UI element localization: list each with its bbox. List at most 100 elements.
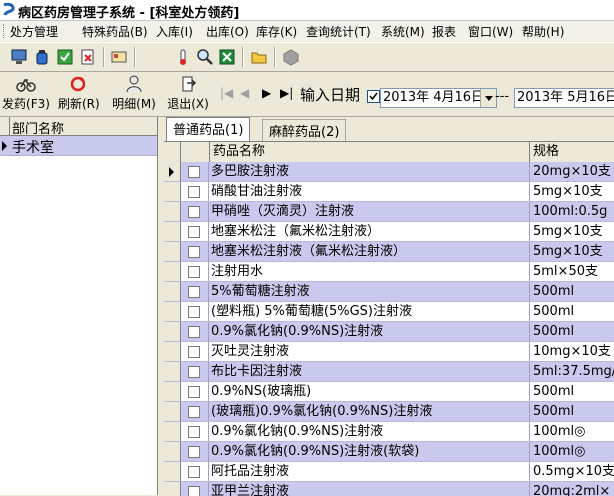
drug-name-cell[interactable]: (玻璃瓶)0.9%氯化钠(0.9%NS)注射液 <box>211 402 530 421</box>
row-checkbox[interactable] <box>188 266 200 278</box>
menu-stock-out[interactable]: 出库(O) <box>206 23 249 40</box>
row-checkbox[interactable] <box>188 446 200 458</box>
drug-name-cell[interactable]: 硝酸甘油注射液 <box>211 182 530 201</box>
row-checkbox[interactable] <box>188 306 200 318</box>
spec-cell[interactable]: 500ml <box>533 402 614 421</box>
row-checkbox[interactable] <box>188 426 200 438</box>
table-row[interactable]: 灭吐灵注射液 10mg×10支 <box>164 342 614 362</box>
row-checkbox[interactable] <box>188 166 200 178</box>
detail-button[interactable]: 明细(M) <box>112 75 156 113</box>
drug-name-cell[interactable]: 5%葡萄糖注射液 <box>211 282 530 301</box>
date-filter-checkbox[interactable] <box>367 90 380 103</box>
row-indicator[interactable] <box>164 222 181 241</box>
table-row[interactable]: (玻璃瓶)0.9%氯化钠(0.9%NS)注射液 500ml <box>164 402 614 422</box>
menu-query-stats[interactable]: 查询统计(T) <box>306 23 371 40</box>
thermometer-icon[interactable] <box>174 48 192 66</box>
drug-name-cell[interactable]: 布比卡因注射液 <box>211 362 530 381</box>
menu-prescription[interactable]: 处方管理 <box>10 23 58 40</box>
row-indicator[interactable] <box>164 362 181 381</box>
drug-name-column-header[interactable]: 药品名称 <box>210 142 530 162</box>
row-indicator[interactable] <box>164 382 181 401</box>
row-checkbox[interactable] <box>188 406 200 418</box>
department-row[interactable]: 手术室 <box>0 136 157 156</box>
spec-cell[interactable]: 100ml:0.5g <box>533 202 614 221</box>
row-indicator[interactable] <box>164 342 181 361</box>
table-row[interactable]: 亚甲兰注射液 20mg:2ml× <box>164 482 614 496</box>
row-indicator[interactable] <box>164 442 181 461</box>
drug-name-cell[interactable]: 地塞米松注（氟米松注射液） <box>211 222 530 241</box>
drug-name-cell[interactable]: 阿托品注射液 <box>211 462 530 481</box>
spec-cell[interactable]: 5ml×50支 <box>533 262 614 281</box>
date-to-picker[interactable]: 2013年 5月16日 <box>514 88 614 108</box>
folder-icon[interactable] <box>250 48 268 66</box>
drug-name-cell[interactable]: 多巴胺注射液 <box>211 162 530 181</box>
row-checkbox[interactable] <box>188 226 200 238</box>
card-icon[interactable] <box>110 48 128 66</box>
row-indicator[interactable] <box>164 282 181 301</box>
drug-name-cell[interactable]: 注射用水 <box>211 262 530 281</box>
drug-name-cell[interactable]: 亚甲兰注射液 <box>211 482 530 496</box>
table-row[interactable]: 阿托品注射液 0.5mg×10支 <box>164 462 614 482</box>
issue-button[interactable]: 发药(F3) <box>2 75 50 113</box>
row-checkbox[interactable] <box>188 386 200 398</box>
menu-help[interactable]: 帮助(H) <box>522 23 564 40</box>
spec-cell[interactable]: 100ml◎ <box>533 422 614 441</box>
spec-cell[interactable]: 500ml <box>533 382 614 401</box>
table-row[interactable]: 甲硝唑（灭滴灵）注射液 100ml:0.5g <box>164 202 614 222</box>
last-record-icon[interactable]: ▶| <box>280 86 293 100</box>
spec-cell[interactable]: 0.5mg×10支 <box>533 462 614 481</box>
menu-stock-in[interactable]: 入库(I) <box>156 23 193 40</box>
drug-name-cell[interactable]: (塑料瓶) 5%葡萄糖(5%GS)注射液 <box>211 302 530 321</box>
row-checkbox[interactable] <box>188 466 200 478</box>
row-indicator[interactable] <box>164 162 181 181</box>
table-row[interactable]: 0.9%氯化钠(0.9%NS)注射液 100ml◎ <box>164 422 614 442</box>
table-row[interactable]: (塑料瓶) 5%葡萄糖(5%GS)注射液 500ml <box>164 302 614 322</box>
next-record-icon[interactable]: ▶ <box>262 86 271 100</box>
spec-cell[interactable]: 20mg:2ml× <box>533 482 614 496</box>
row-indicator[interactable] <box>164 402 181 421</box>
row-checkbox[interactable] <box>188 366 200 378</box>
drug-name-cell[interactable]: 甲硝唑（灭滴灵）注射液 <box>211 202 530 221</box>
table-row[interactable]: 布比卡因注射液 5ml:37.5mg/ <box>164 362 614 382</box>
table-row[interactable]: 0.9%氯化钠(0.9%NS)注射液(软袋) 100ml◎ <box>164 442 614 462</box>
drug-name-cell[interactable]: 0.9%氯化钠(0.9%NS)注射液 <box>211 322 530 341</box>
row-indicator[interactable] <box>164 482 181 496</box>
row-checkbox[interactable] <box>188 286 200 298</box>
row-indicator[interactable] <box>164 242 181 261</box>
menu-special-drugs[interactable]: 特殊药品(B) <box>82 23 148 40</box>
spec-cell[interactable]: 500ml <box>533 282 614 301</box>
menu-system[interactable]: 系统(M) <box>381 23 425 40</box>
row-indicator[interactable] <box>164 422 181 441</box>
spec-column-header[interactable]: 规格 <box>530 142 614 162</box>
row-indicator[interactable] <box>164 302 181 321</box>
table-row[interactable]: 地塞米松注射液（氟米松注射液） 5mg×10支 <box>164 242 614 262</box>
spec-cell[interactable]: 5mg×10支 <box>533 242 614 261</box>
excel-icon[interactable] <box>218 48 236 66</box>
spec-cell[interactable]: 20mg×10支 <box>533 162 614 181</box>
drug-name-cell[interactable]: 0.9%NS(玻璃瓶) <box>211 382 530 401</box>
drug-name-cell[interactable]: 灭吐灵注射液 <box>211 342 530 361</box>
row-checkbox[interactable] <box>188 346 200 358</box>
table-row[interactable]: 5%葡萄糖注射液 500ml <box>164 282 614 302</box>
spec-cell[interactable]: 100ml◎ <box>533 442 614 461</box>
table-row[interactable]: 硝酸甘油注射液 5mg×10支 <box>164 182 614 202</box>
menu-reports[interactable]: 报表 <box>432 23 456 40</box>
tab-normal-drugs[interactable]: 普通药品(1) <box>166 117 251 142</box>
refresh-button[interactable]: 刷新(R) <box>58 75 100 113</box>
spec-cell[interactable]: 5mg×10支 <box>533 182 614 201</box>
table-row[interactable]: 0.9%氯化钠(0.9%NS)注射液 500ml <box>164 322 614 342</box>
spec-cell[interactable]: 10mg×10支 <box>533 342 614 361</box>
spec-cell[interactable]: 500ml <box>533 322 614 341</box>
table-row[interactable]: 地塞米松注（氟米松注射液） 5mg×10支 <box>164 222 614 242</box>
row-indicator[interactable] <box>164 462 181 481</box>
menu-inventory[interactable]: 库存(K) <box>256 23 297 40</box>
spec-cell[interactable]: 5mg×10支 <box>533 222 614 241</box>
row-checkbox[interactable] <box>188 186 200 198</box>
search-icon[interactable] <box>196 48 214 66</box>
menu-window[interactable]: 窗口(W) <box>468 23 513 40</box>
table-row[interactable]: 注射用水 5ml×50支 <box>164 262 614 282</box>
delete-doc-icon[interactable] <box>79 48 97 66</box>
dropdown-arrow-icon[interactable] <box>480 89 496 107</box>
row-checkbox[interactable] <box>188 326 200 338</box>
check-icon[interactable] <box>56 48 74 66</box>
